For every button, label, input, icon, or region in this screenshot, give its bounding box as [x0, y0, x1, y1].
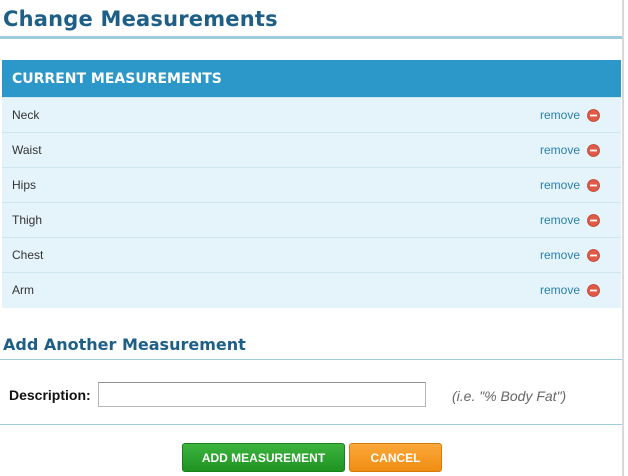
minus-circle-icon[interactable] — [587, 213, 600, 227]
cancel-button[interactable]: CANCEL — [349, 443, 442, 472]
minus-circle-icon[interactable] — [587, 108, 600, 122]
remove-hips-button[interactable]: remove — [540, 178, 600, 192]
minus-circle-icon[interactable] — [587, 143, 600, 157]
measurement-label: Chest — [12, 248, 44, 262]
remove-waist-button[interactable]: remove — [540, 143, 600, 157]
remove-chest-button[interactable]: remove — [540, 248, 600, 262]
measurement-row-hips: Hips remove — [2, 167, 621, 202]
minus-circle-icon[interactable] — [587, 248, 600, 262]
remove-thigh-button[interactable]: remove — [540, 213, 600, 227]
measurement-label: Waist — [12, 143, 42, 157]
remove-link[interactable]: remove — [540, 108, 580, 122]
add-measurement-button[interactable]: ADD MEASUREMENT — [182, 443, 345, 472]
measurement-label: Arm — [12, 283, 34, 297]
remove-link[interactable]: remove — [540, 248, 580, 262]
measurement-row-waist: Waist remove — [2, 132, 621, 167]
add-measurement-title: Add Another Measurement — [3, 335, 246, 354]
measurement-label: Neck — [12, 108, 40, 122]
section-divider — [0, 359, 622, 360]
minus-circle-icon[interactable] — [587, 178, 600, 192]
measurement-row-arm: Arm remove — [2, 272, 621, 307]
title-divider — [0, 36, 622, 39]
current-measurements-heading: CURRENT MEASUREMENTS — [2, 60, 621, 97]
remove-link[interactable]: remove — [540, 213, 580, 227]
page-title: Change Measurements — [3, 7, 278, 31]
measurement-label: Thigh — [12, 213, 43, 227]
remove-link[interactable]: remove — [540, 178, 580, 192]
remove-neck-button[interactable]: remove — [540, 108, 600, 122]
minus-circle-icon[interactable] — [587, 283, 600, 297]
measurement-row-chest: Chest remove — [2, 237, 621, 272]
remove-link[interactable]: remove — [540, 143, 580, 157]
measurement-row-thigh: Thigh remove — [2, 202, 621, 237]
description-input[interactable] — [98, 382, 426, 407]
description-hint: (i.e. "% Body Fat") — [452, 388, 567, 404]
current-measurements-panel: CURRENT MEASUREMENTS Neck remove Waist r… — [2, 60, 621, 308]
measurement-label: Hips — [12, 178, 37, 192]
remove-arm-button[interactable]: remove — [540, 283, 600, 297]
description-label: Description: — [9, 387, 91, 403]
remove-link[interactable]: remove — [540, 283, 580, 297]
measurement-row-neck: Neck remove — [2, 97, 621, 132]
footer-divider — [0, 424, 622, 425]
right-border — [622, 0, 624, 476]
